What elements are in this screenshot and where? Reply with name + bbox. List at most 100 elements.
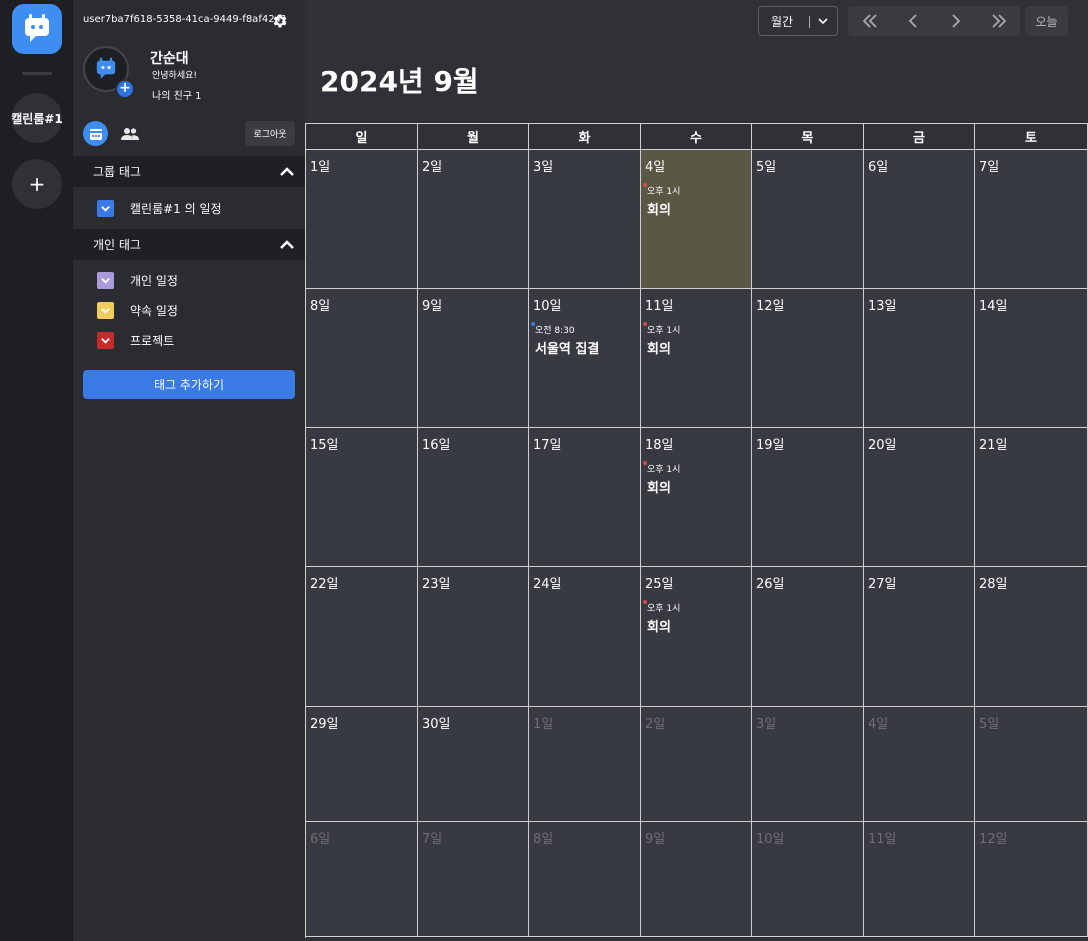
day-cell[interactable]: 22일 [306,567,418,707]
day-cell[interactable]: 2일 [641,707,752,822]
day-cell[interactable]: 27일 [864,567,975,707]
day-cell[interactable]: 1일 [306,150,418,289]
rail-divider [22,72,52,75]
weekday-header: 목 [752,124,864,150]
day-cell[interactable]: 14일 [975,289,1088,428]
day-cell[interactable]: 16일 [418,428,529,567]
day-cell[interactable]: 20일 [864,428,975,567]
event-time[interactable]: 오후 1시 [647,601,680,614]
day-number: 18일 [645,438,674,453]
tag-item-project[interactable]: 프로젝트 [97,330,174,350]
day-cell[interactable]: 3일 [752,707,864,822]
day-cell[interactable]: 25일오후 1시회의 [641,567,752,707]
day-cell[interactable]: 3일 [529,150,641,289]
event-time[interactable]: 오후 1시 [647,184,680,197]
day-number: 3일 [533,160,554,175]
check-icon[interactable] [97,199,114,217]
check-icon[interactable] [97,301,114,319]
day-cell[interactable]: 30일 [418,707,529,822]
day-cell[interactable]: 29일 [306,707,418,822]
logout-button[interactable]: 로그아웃 [245,121,295,146]
calendar-grid: 일 월 화 수 목 금 토 1일 2일 3일 4일 오후 1시 회의 5일 6일 7일 8일 9일 10일 오전 8:… [305,123,1088,938]
day-cell[interactable]: 2일 [418,150,529,289]
day-number: 25일 [645,577,674,592]
day-cell[interactable]: 18일오후 1시회의 [641,428,752,567]
add-room-button[interactable]: + [12,159,62,209]
tag-label: 약속 일정 [130,303,178,318]
tag-item-group[interactable]: 캘린룸#1 의 일정 [97,198,222,218]
friend-count[interactable]: 나의 친구 1 [152,87,202,102]
day-cell[interactable]: 9일 [418,289,529,428]
event-title[interactable]: 회의 [647,616,671,635]
day-cell[interactable]: 26일 [752,567,864,707]
day-cell[interactable]: 7일 [418,822,529,937]
event-title[interactable]: 회의 [647,338,671,357]
day-cell[interactable]: 8일 [529,822,641,937]
day-cell[interactable]: 4일 [864,707,975,822]
day-cell[interactable]: 6일 [306,822,418,937]
day-cell[interactable]: 24일 [529,567,641,707]
view-select[interactable]: 월간 [758,6,838,36]
calendar-tab-icon[interactable] [83,121,108,146]
day-cell[interactable]: 11일오후 1시회의 [641,289,752,428]
day-cell[interactable]: 5일 [975,707,1088,822]
weekday-header: 금 [864,124,975,150]
tag-item-personal[interactable]: 개인 일정 [97,270,178,290]
day-number: 11일 [645,299,674,314]
add-avatar-icon[interactable]: + [115,79,135,99]
day-cell[interactable]: 1일 [529,707,641,822]
check-icon[interactable] [97,271,114,289]
prev-year-button[interactable] [848,6,891,36]
day-cell[interactable]: 21일 [975,428,1088,567]
user-id: user7ba7f618-5358-41ca-9449-f8af4241 [83,14,288,25]
day-cell[interactable]: 10일 [752,822,864,937]
friends-tab-icon[interactable] [120,124,140,144]
day-cell[interactable]: 12일 [975,822,1088,937]
event-title[interactable]: 서울역 집결 [535,338,599,357]
day-cell[interactable]: 9일 [641,822,752,937]
personal-tag-section[interactable]: 개인 태그 [73,229,305,260]
day-cell[interactable]: 15일 [306,428,418,567]
day-cell[interactable]: 10일 오전 8:30 서울역 집결 [529,289,641,428]
day-cell[interactable]: 13일 [864,289,975,428]
check-icon[interactable] [97,331,114,349]
event-title[interactable]: 회의 [647,199,671,218]
day-cell[interactable]: 7일 [975,150,1088,289]
app-logo-icon[interactable] [12,4,62,54]
day-number: 10일 [756,832,785,847]
event-title[interactable]: 회의 [647,477,671,496]
next-month-button[interactable] [934,6,977,36]
day-cell[interactable]: 6일 [864,150,975,289]
weekday-header: 수 [641,124,752,150]
day-number: 28일 [979,577,1008,592]
day-cell[interactable]: 8일 [306,289,418,428]
chevron-down-icon[interactable] [817,15,829,27]
room-button[interactable]: 캘린룸#1 [11,93,63,143]
status-message: 안녕하세요! [152,71,198,81]
day-cell[interactable]: 28일 [975,567,1088,707]
event-time[interactable]: 오후 1시 [647,323,680,336]
day-cell[interactable]: 5일 [752,150,864,289]
day-number: 29일 [310,717,339,732]
chevron-up-icon[interactable] [279,164,295,180]
day-cell[interactable]: 17일 [529,428,641,567]
day-cell[interactable]: 19일 [752,428,864,567]
prev-month-button[interactable] [891,6,934,36]
day-cell[interactable]: 4일 오후 1시 회의 [641,150,752,289]
gear-icon[interactable] [271,12,289,30]
day-cell[interactable]: 23일 [418,567,529,707]
event-time[interactable]: 오후 1시 [647,462,680,475]
group-tag-section[interactable]: 그룹 태그 [73,156,305,187]
add-tag-button[interactable]: 태그 추가하기 [83,370,295,399]
event-time[interactable]: 오전 8:30 [535,323,575,336]
chevron-up-icon[interactable] [279,237,295,253]
tag-item-promise[interactable]: 약속 일정 [97,300,178,320]
today-button[interactable]: 오늘 [1025,6,1068,36]
day-number: 23일 [422,577,451,592]
day-cell[interactable]: 11일 [864,822,975,937]
day-number: 8일 [533,832,554,847]
next-year-button[interactable] [977,6,1020,36]
day-number: 24일 [533,577,562,592]
day-cell[interactable]: 12일 [752,289,864,428]
day-number: 12일 [756,299,785,314]
